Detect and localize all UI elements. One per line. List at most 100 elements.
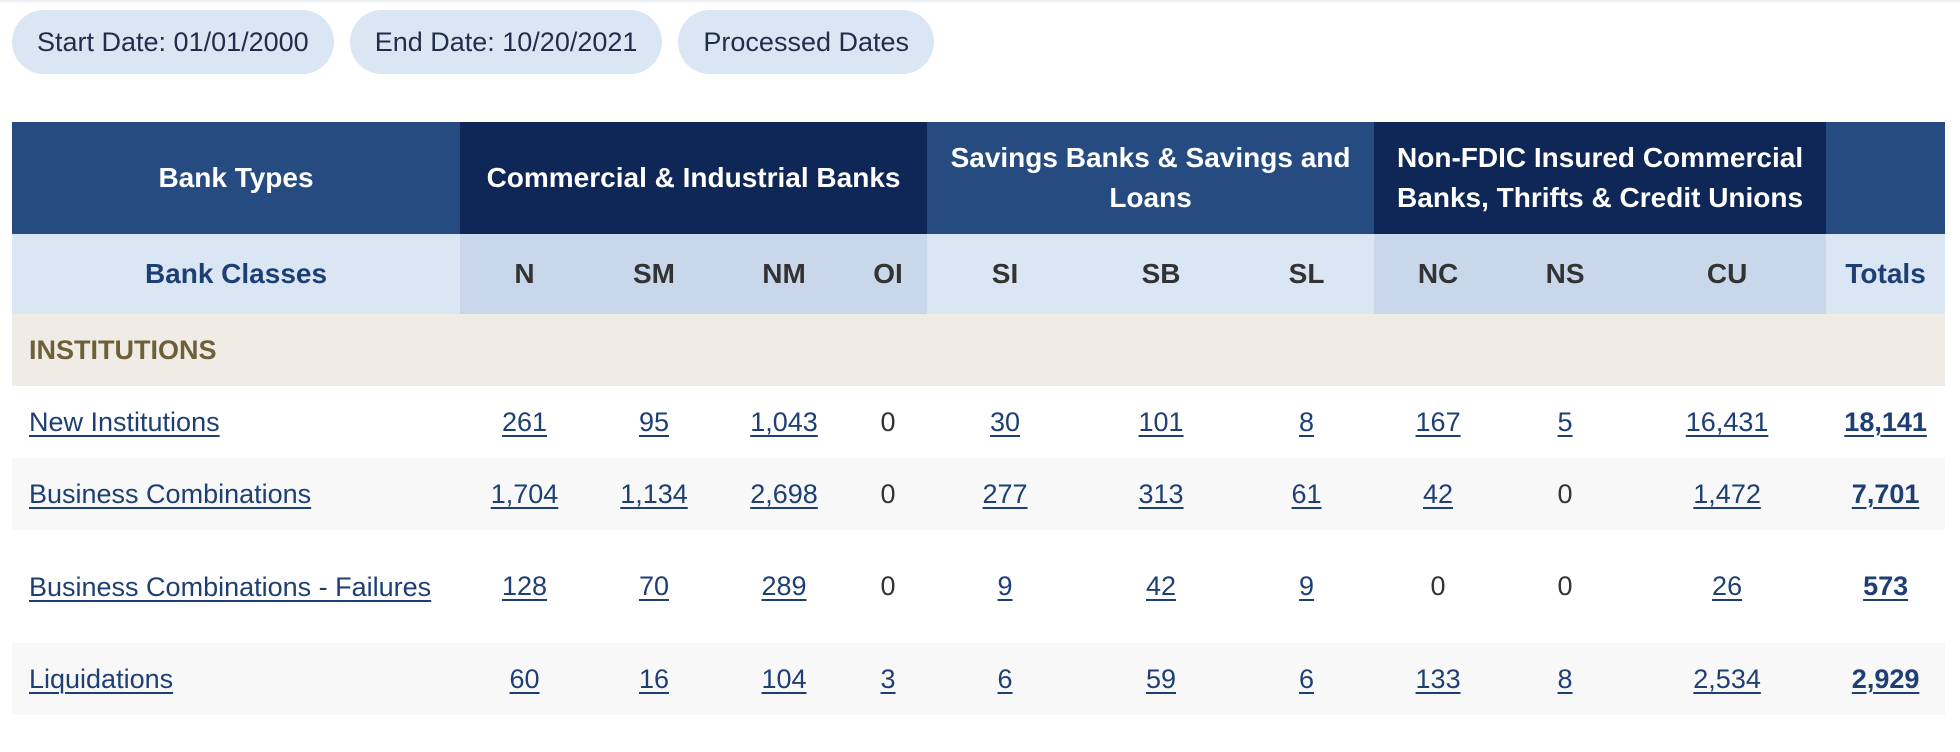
value-cell: 16 [589,643,719,715]
value-link[interactable]: 289 [761,571,806,601]
bank-types-heading: Bank Types [12,122,460,234]
total-link[interactable]: 18,141 [1844,407,1927,437]
value-cell: 61 [1239,458,1375,530]
value-link[interactable]: 128 [502,571,547,601]
value-link[interactable]: 16 [639,664,669,694]
value-cell: 277 [927,458,1084,530]
class-heading-ns: NS [1502,234,1629,314]
row-label-link[interactable]: Business Combinations - Failures [29,572,431,602]
value-cell: 0 [1502,458,1629,530]
total-link[interactable]: 573 [1863,571,1908,601]
value-link[interactable]: 8 [1299,407,1314,437]
bank-classes-heading: Bank Classes [12,234,460,314]
value-text: 0 [1557,478,1573,509]
bank-classes-header-row: Bank Classes N SM NM OI SI SB SL NC NS C… [12,234,1946,314]
value-cell: 0 [1502,530,1629,643]
section-title: INSTITUTIONS [12,314,1946,386]
value-link[interactable]: 104 [761,664,806,694]
class-heading-sm: SM [589,234,719,314]
value-link[interactable]: 70 [639,571,669,601]
value-cell: 0 [1374,530,1503,643]
value-link[interactable]: 101 [1139,407,1184,437]
value-link[interactable]: 2,698 [750,479,818,509]
class-heading-si: SI [927,234,1084,314]
table-row: New Institutions 261 95 1,043 0 30 101 8… [12,386,1946,458]
top-divider [0,0,1960,4]
value-link[interactable]: 16,431 [1686,407,1769,437]
totals-heading: Totals [1826,234,1946,314]
value-cell: 101 [1083,386,1240,458]
row-label-link[interactable]: New Institutions [29,407,220,437]
value-link[interactable]: 261 [502,407,547,437]
value-cell: 104 [719,643,849,715]
value-cell: 26 [1628,530,1827,643]
class-heading-n: N [460,234,589,314]
value-link[interactable]: 60 [509,664,539,694]
value-cell: 6 [927,643,1084,715]
class-heading-cu: CU [1628,234,1827,314]
value-cell: 16,431 [1628,386,1827,458]
value-link[interactable]: 9 [998,571,1013,601]
value-cell: 95 [589,386,719,458]
totals-group-heading-blank [1826,122,1946,234]
value-text: 0 [1557,571,1573,601]
value-link[interactable]: 59 [1146,664,1176,694]
value-cell: 1,043 [719,386,849,458]
value-link[interactable]: 6 [998,664,1013,694]
value-link[interactable]: 9 [1299,571,1314,601]
commercial-industrial-group-heading: Commercial & Industrial Banks [460,122,928,234]
value-link[interactable]: 277 [983,479,1028,509]
table-row: Liquidations 60 16 104 3 6 59 6 133 8 2,… [12,643,1946,715]
value-cell: 30 [927,386,1084,458]
row-label-link[interactable]: Business Combinations [29,479,311,509]
value-link[interactable]: 167 [1416,407,1461,437]
value-link[interactable]: 6 [1299,664,1314,694]
end-date-pill: End Date: 10/20/2021 [349,10,663,74]
value-cell: 0 [849,530,928,643]
total-cell: 7,701 [1826,458,1946,530]
value-cell: 8 [1239,386,1375,458]
value-link[interactable]: 1,043 [750,407,818,437]
class-heading-oi: OI [849,234,928,314]
value-text: 0 [880,406,896,437]
value-link[interactable]: 61 [1292,479,1322,509]
value-link[interactable]: 26 [1712,571,1742,601]
value-cell: 2,534 [1628,643,1827,715]
bank-types-header-row: Bank Types Commercial & Industrial Banks… [12,122,1946,234]
value-cell: 5 [1502,386,1629,458]
value-cell: 0 [849,458,928,530]
total-cell: 2,929 [1826,643,1946,715]
table-row: Business Combinations - Failures 128 70 … [12,530,1946,643]
row-label-cell: Liquidations [12,643,460,715]
value-link[interactable]: 1,134 [620,479,688,509]
section-row-institutions: INSTITUTIONS [12,314,1946,386]
row-label-cell: New Institutions [12,386,460,458]
value-link[interactable]: 133 [1416,664,1461,694]
value-cell: 9 [927,530,1084,643]
value-link[interactable]: 8 [1558,664,1573,694]
value-link[interactable]: 42 [1423,479,1453,509]
value-text: 0 [880,571,896,601]
value-link[interactable]: 2,534 [1693,664,1761,694]
value-link[interactable]: 3 [881,664,896,694]
row-label-cell: Business Combinations - Failures [12,530,460,643]
value-link[interactable]: 5 [1558,407,1573,437]
value-cell: 8 [1502,643,1629,715]
class-heading-nm: NM [719,234,849,314]
value-text: 0 [880,478,896,509]
value-cell: 1,704 [460,458,589,530]
total-link[interactable]: 2,929 [1852,664,1920,694]
processed-dates-button[interactable]: Processed Dates [678,10,935,74]
value-cell: 59 [1083,643,1240,715]
value-cell: 313 [1083,458,1240,530]
value-link[interactable]: 1,472 [1693,479,1761,509]
value-cell: 167 [1374,386,1503,458]
value-link[interactable]: 30 [990,407,1020,437]
value-link[interactable]: 42 [1146,571,1176,601]
value-link[interactable]: 95 [639,407,669,437]
row-label-link[interactable]: Liquidations [29,664,173,694]
total-link[interactable]: 7,701 [1852,479,1920,509]
value-cell: 6 [1239,643,1375,715]
value-link[interactable]: 1,704 [491,479,559,509]
value-link[interactable]: 313 [1139,479,1184,509]
